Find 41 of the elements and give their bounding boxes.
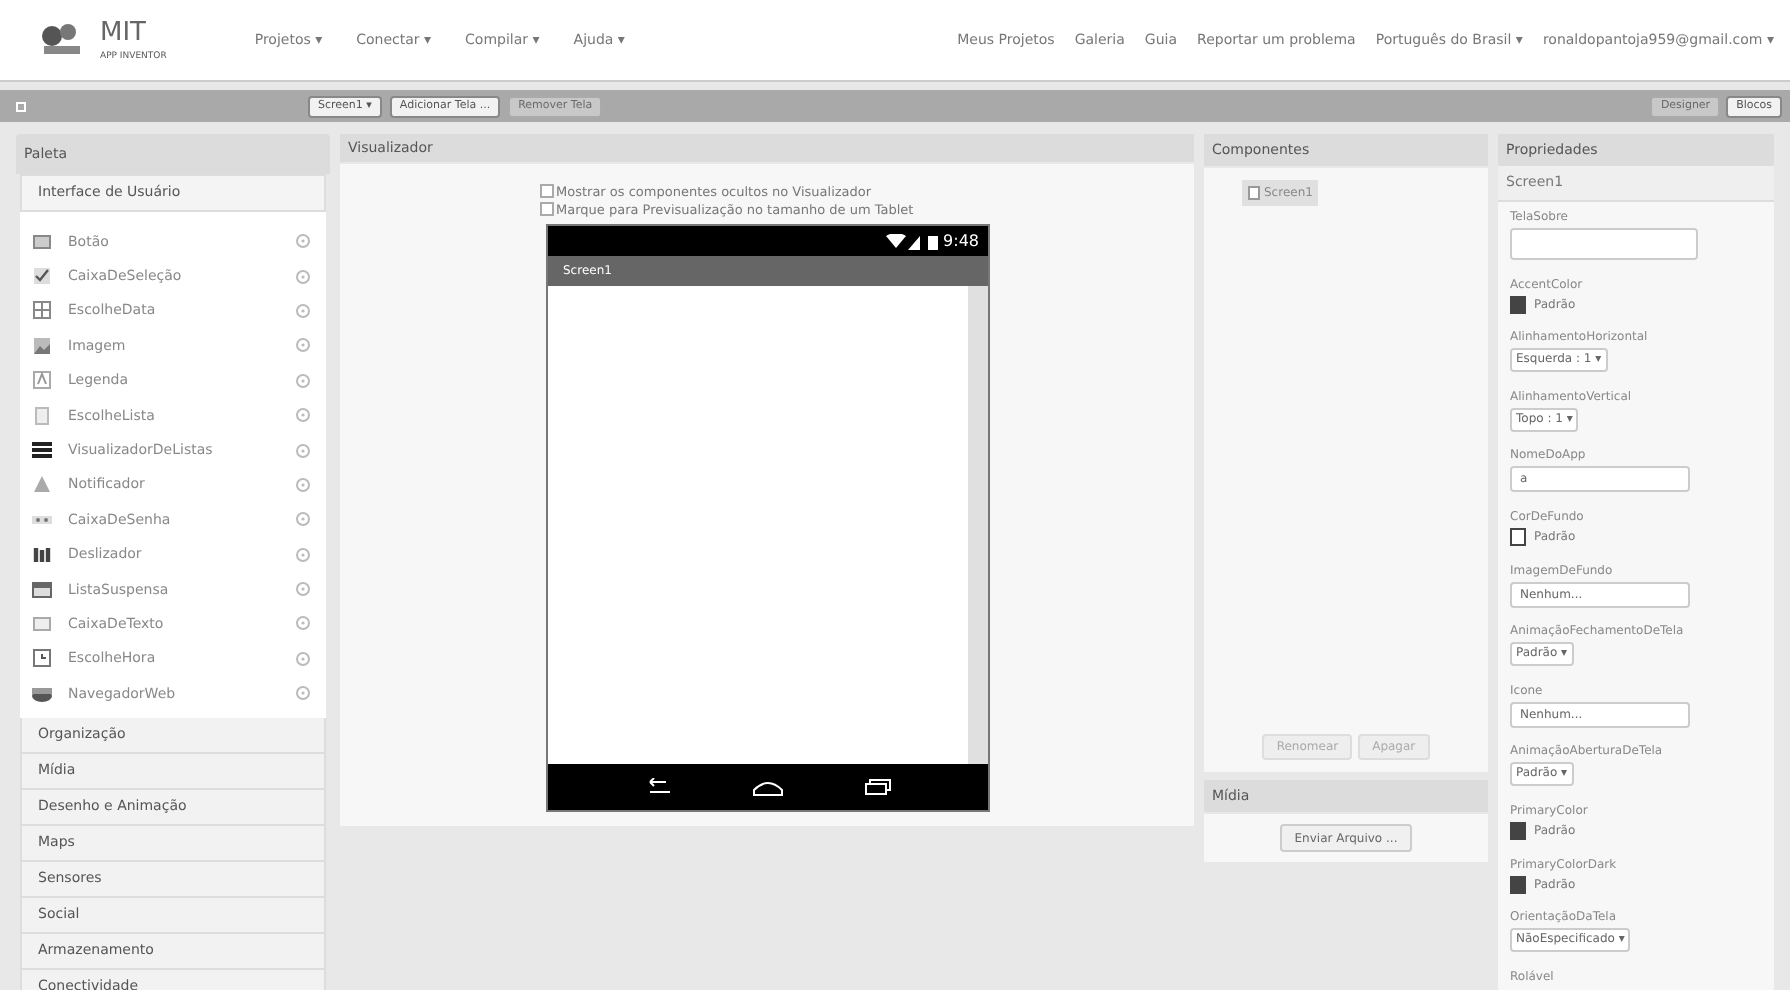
status-time: 9:48	[943, 232, 979, 250]
help-icon[interactable]	[296, 408, 310, 423]
checkbox-icon	[32, 266, 52, 287]
image-icon	[32, 335, 52, 356]
screen-icon	[1248, 186, 1260, 200]
color-swatch[interactable]	[1510, 527, 1526, 546]
list-view-icon	[32, 440, 52, 461]
help-icon[interactable]	[296, 512, 310, 527]
textbox-icon	[32, 613, 52, 634]
help-icon[interactable]	[296, 651, 310, 666]
help-icon[interactable]	[296, 616, 310, 631]
label-icon	[32, 370, 52, 391]
help-icon[interactable]	[296, 303, 310, 318]
help-icon[interactable]	[296, 338, 310, 353]
color-swatch[interactable]	[1510, 295, 1526, 314]
help-icon[interactable]	[296, 269, 310, 284]
list-icon	[32, 405, 52, 426]
help-icon[interactable]	[296, 477, 310, 492]
help-icon[interactable]	[296, 686, 310, 701]
slider-icon	[32, 544, 52, 565]
screen-icon	[16, 101, 26, 111]
help-icon[interactable]	[296, 582, 310, 597]
help-icon[interactable]	[296, 443, 310, 458]
clock-icon	[32, 648, 52, 669]
home-icon[interactable]	[751, 779, 783, 795]
text-area[interactable]	[1510, 228, 1698, 260]
back-icon[interactable]	[643, 778, 671, 796]
battery-icon	[927, 233, 938, 249]
logo-title: MIT	[100, 17, 148, 49]
calendar-icon	[32, 300, 52, 321]
help-icon[interactable]	[296, 547, 310, 562]
help-icon[interactable]	[296, 234, 310, 249]
warning-icon	[32, 474, 52, 495]
color-swatch[interactable]	[1510, 821, 1526, 840]
dropdown-icon	[32, 579, 52, 600]
color-swatch[interactable]	[1510, 875, 1526, 894]
button-icon	[32, 231, 52, 252]
help-icon[interactable]	[296, 373, 310, 388]
browser-icon	[32, 683, 52, 704]
recents-icon[interactable]	[863, 778, 891, 796]
signal-icon	[885, 233, 922, 249]
